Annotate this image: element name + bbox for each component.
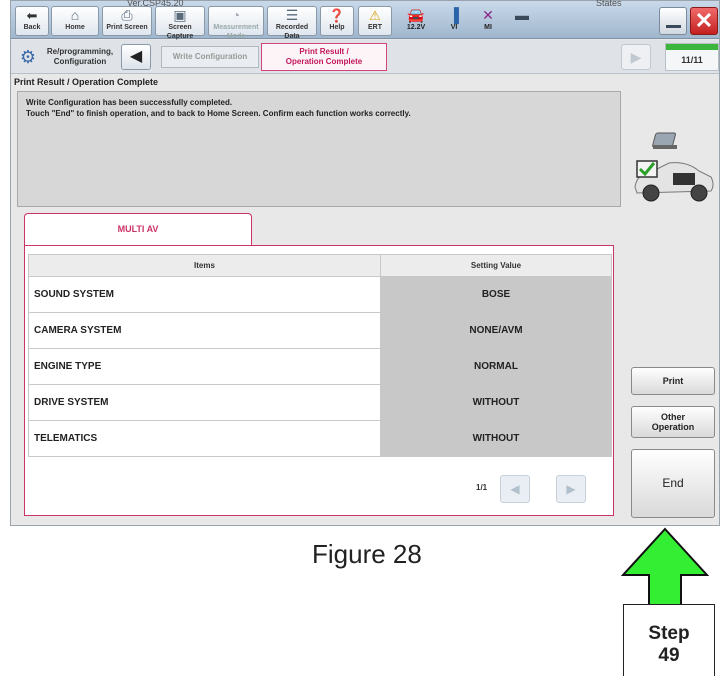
back-button[interactable]: ⬅ Back [15,6,49,36]
table-row: SOUND SYSTEM BOSE [28,276,612,313]
vi-status: ▐ VI [439,6,469,36]
progress-text: 11/11 [681,55,703,65]
item-cell: CAMERA SYSTEM [28,312,381,349]
next-step-button[interactable]: ▶ [621,44,651,70]
device-status: ▬ [507,6,537,36]
left-triangle-icon: ◀ [510,482,520,496]
value-cell: WITHOUT [380,420,612,457]
settings-table: Items Setting Value SOUND SYSTEM BOSE CA… [28,254,612,457]
table-row: DRIVE SYSTEM WITHOUT [28,384,612,421]
message-line-1: Write Configuration has been successfull… [26,98,233,107]
home-button[interactable]: ⌂ Home [51,6,99,36]
camera-icon: ▣ [173,7,187,23]
crumb-reprogramming: Re/programming, Configuration [46,47,114,66]
other-operation-button[interactable]: Other Operation [631,406,715,438]
recorded-data-button[interactable]: ☰ Recorded Data [267,6,317,40]
left-triangle-icon: ◀ [129,48,143,65]
page-indicator: 1/1 [476,483,488,492]
previous-step-button[interactable]: ◀ [121,44,151,70]
table-row: CAMERA SYSTEM NONE/AVM [28,312,612,349]
step-progress: 11/11 [665,43,719,71]
state-text: States [596,0,622,8]
car-with-laptop-icon [634,132,714,202]
message-line-2: Touch "End" to finish operation, and to … [26,109,411,118]
table-row: ENGINE TYPE NORMAL [28,348,612,385]
crumb-write-configuration: Write Configuration [161,46,259,68]
recorded-data-icon: ☰ [285,7,299,23]
pagination: 1/1 ◀ ▶ [28,472,612,506]
device-icon: ▬ [515,7,529,23]
tab-multi-av[interactable]: MULTI AV [24,213,252,246]
close-button[interactable]: ✕ [690,7,718,35]
end-button[interactable]: End [631,449,715,518]
breadcrumb: ⚙ Re/programming, Configuration ◀ Write … [11,40,719,74]
item-cell: ENGINE TYPE [28,348,381,385]
back-arrow-icon: ⬅ [26,8,38,23]
ert-button[interactable]: ⚠ ERT [358,6,392,36]
value-cell: BOSE [380,276,612,313]
battery-status: 🚘 12.2V [401,6,431,36]
item-cell: SOUND SYSTEM [28,276,381,313]
help-button[interactable]: ❓ Help [320,6,354,36]
car-icon: 🚘 [407,7,425,23]
step-label: Step [648,623,690,644]
signal-icon: ▐ [449,7,459,23]
reprogramming-icon: ⚙ [19,47,37,67]
toolbar: Ver.CSP45.20 States ⬅ Back ⌂ Home ⎙ Prin… [11,0,719,40]
page-next-button[interactable]: ▶ [556,475,586,503]
right-triangle-icon: ▶ [630,49,642,65]
minimize-icon [666,25,681,28]
mi-status: ✕ MI [473,6,503,36]
close-icon: ✕ [694,8,714,33]
meter-icon: ◔ [231,7,241,23]
message-box: Write Configuration has been successfull… [17,91,621,207]
column-header-items: Items [28,254,381,277]
value-cell: NONE/AVM [380,312,612,349]
disconnected-icon: ✕ [482,7,494,23]
printer-icon: ⎙ [121,7,133,23]
value-cell: NORMAL [380,348,612,385]
consult-window: Ver.CSP45.20 States ⬅ Back ⌂ Home ⎙ Prin… [10,0,720,526]
item-cell: DRIVE SYSTEM [28,384,381,421]
figure-caption: Figure 28 [312,539,422,569]
page-prev-button[interactable]: ◀ [500,475,530,503]
settings-panel: Items Setting Value SOUND SYSTEM BOSE CA… [24,245,614,516]
crumb-print-result: Print Result / Operation Complete [261,43,387,71]
item-cell: TELEMATICS [28,420,381,457]
warning-icon: ⚠ [369,8,381,23]
table-row: TELEMATICS WITHOUT [28,420,612,457]
value-cell: WITHOUT [380,384,612,421]
print-button[interactable]: Print [631,367,715,395]
column-header-setting-value: Setting Value [380,254,612,277]
minimize-button[interactable] [659,7,687,35]
screen-capture-button[interactable]: ▣ Screen Capture [155,6,205,40]
step-number: 49 [658,645,680,666]
measurement-mode-button[interactable]: ◔ Measurement Mode [208,6,264,40]
section-title: Print Result / Operation Complete [14,77,159,87]
print-screen-button[interactable]: ⎙ Print Screen [102,6,152,36]
help-icon: ❓ [328,8,346,23]
home-icon: ⌂ [70,7,80,23]
step-callout: Step 49 [623,604,715,676]
right-triangle-icon: ▶ [566,482,576,496]
progress-bar [666,44,718,50]
